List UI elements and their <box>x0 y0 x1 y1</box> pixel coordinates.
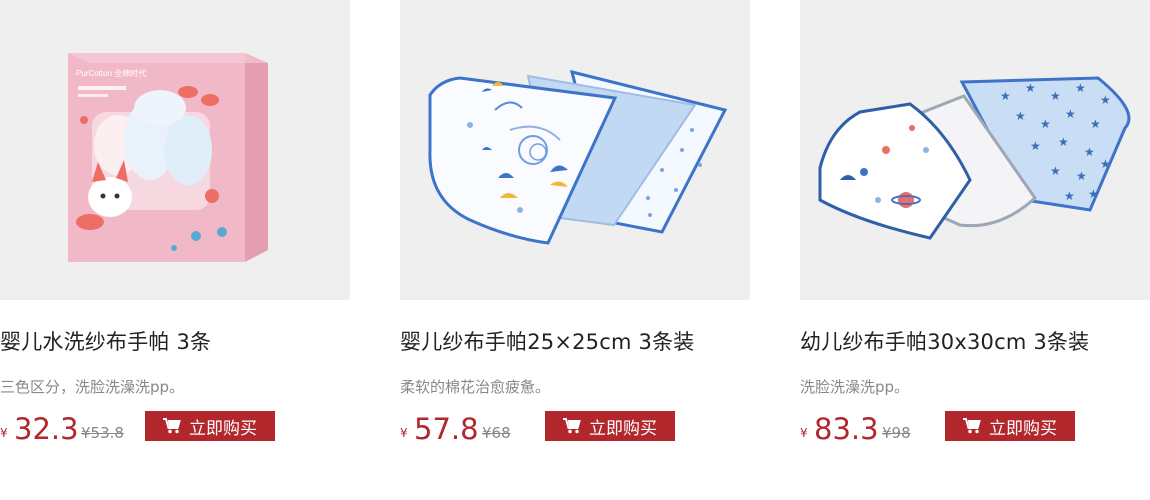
svg-text:★: ★ <box>1088 187 1099 201</box>
shopping-cart-icon <box>163 418 181 434</box>
product-title[interactable]: 幼儿纱布手帕30x30cm 3条装 <box>800 326 1089 356</box>
svg-text:★: ★ <box>1050 89 1061 103</box>
shopping-cart-icon <box>963 418 981 434</box>
product-grid: PurCotton 全棉时代 婴儿水洗纱布手帕 3条 三色区分，洗脸洗澡洗pp。… <box>0 0 1150 500</box>
product-title[interactable]: 婴儿水洗纱布手帕 3条 <box>0 326 211 356</box>
svg-text:★: ★ <box>1075 81 1086 95</box>
product-card: ★ ★ ★ ★ ★ ★ ★ ★ ★ ★ ★ ★ ★ ★ ★ ★ ★ 幼儿纱布手帕… <box>800 0 1150 446</box>
svg-text:★: ★ <box>1064 189 1075 203</box>
currency-symbol: ¥ <box>0 426 8 440</box>
currency-symbol: ¥ <box>400 426 408 440</box>
svg-text:★: ★ <box>1000 89 1011 103</box>
svg-text:★: ★ <box>1100 157 1111 171</box>
pink-box-handkerchief-image: PurCotton 全棉时代 <box>0 0 350 300</box>
original-price: ¥53.8 <box>81 424 124 442</box>
svg-text:★: ★ <box>1084 145 1095 159</box>
svg-text:★: ★ <box>1076 169 1087 183</box>
product-description: 洗脸洗澡洗pp。 <box>800 378 910 396</box>
buy-button-label: 立即购买 <box>589 418 657 439</box>
product-card: 婴儿纱布手帕25×25cm 3条装 柔软的棉花治愈疲惫。 ¥ 57.8 ¥68 … <box>400 0 750 446</box>
svg-text:PurCotton 全棉时代: PurCotton 全棉时代 <box>76 68 146 78</box>
buy-now-button[interactable]: 立即购买 <box>545 411 675 441</box>
price-row: ¥ 32.3 ¥53.8 立即购买 <box>0 410 350 446</box>
folded-blue-handkerchiefs-image <box>400 0 750 300</box>
buy-now-button[interactable]: 立即购买 <box>145 411 275 441</box>
shopping-cart-icon <box>563 418 581 434</box>
svg-text:★: ★ <box>1025 81 1036 95</box>
product-card: PurCotton 全棉时代 婴儿水洗纱布手帕 3条 三色区分，洗脸洗澡洗pp。… <box>0 0 350 446</box>
svg-text:★: ★ <box>1100 93 1111 107</box>
product-image[interactable]: PurCotton 全棉时代 <box>0 0 350 300</box>
current-price: 32.3 <box>14 412 79 446</box>
svg-text:★: ★ <box>1065 107 1076 121</box>
svg-text:★: ★ <box>1040 117 1051 131</box>
svg-text:★: ★ <box>1050 164 1061 178</box>
currency-symbol: ¥ <box>800 426 808 440</box>
price-row: ¥ 57.8 ¥68 立即购买 <box>400 410 750 446</box>
product-description: 三色区分，洗脸洗澡洗pp。 <box>0 378 185 396</box>
original-price: ¥68 <box>482 424 511 442</box>
price-row: ¥ 83.3 ¥98 立即购买 <box>800 410 1150 446</box>
current-price: 57.8 <box>414 412 479 446</box>
buy-now-button[interactable]: 立即购买 <box>945 411 1075 441</box>
svg-text:★: ★ <box>1058 135 1069 149</box>
svg-text:★: ★ <box>1015 109 1026 123</box>
original-price: ¥98 <box>882 424 911 442</box>
svg-text:★: ★ <box>1090 117 1101 131</box>
star-handkerchiefs-image: ★★★ ★★★ ★★★ ★ ★★ ★ ★★ ★ ★ <box>800 0 1150 300</box>
svg-text:★: ★ <box>1030 139 1041 153</box>
product-image[interactable]: ★ ★ ★ ★ ★ ★ ★ ★ ★ ★ ★ ★ ★ ★ ★ ★ ★ <box>800 0 1150 300</box>
product-title[interactable]: 婴儿纱布手帕25×25cm 3条装 <box>400 326 694 356</box>
buy-button-label: 立即购买 <box>989 418 1057 439</box>
buy-button-label: 立即购买 <box>189 418 257 439</box>
product-image[interactable] <box>400 0 750 300</box>
product-description: 柔软的棉花治愈疲惫。 <box>400 378 551 396</box>
current-price: 83.3 <box>814 412 879 446</box>
